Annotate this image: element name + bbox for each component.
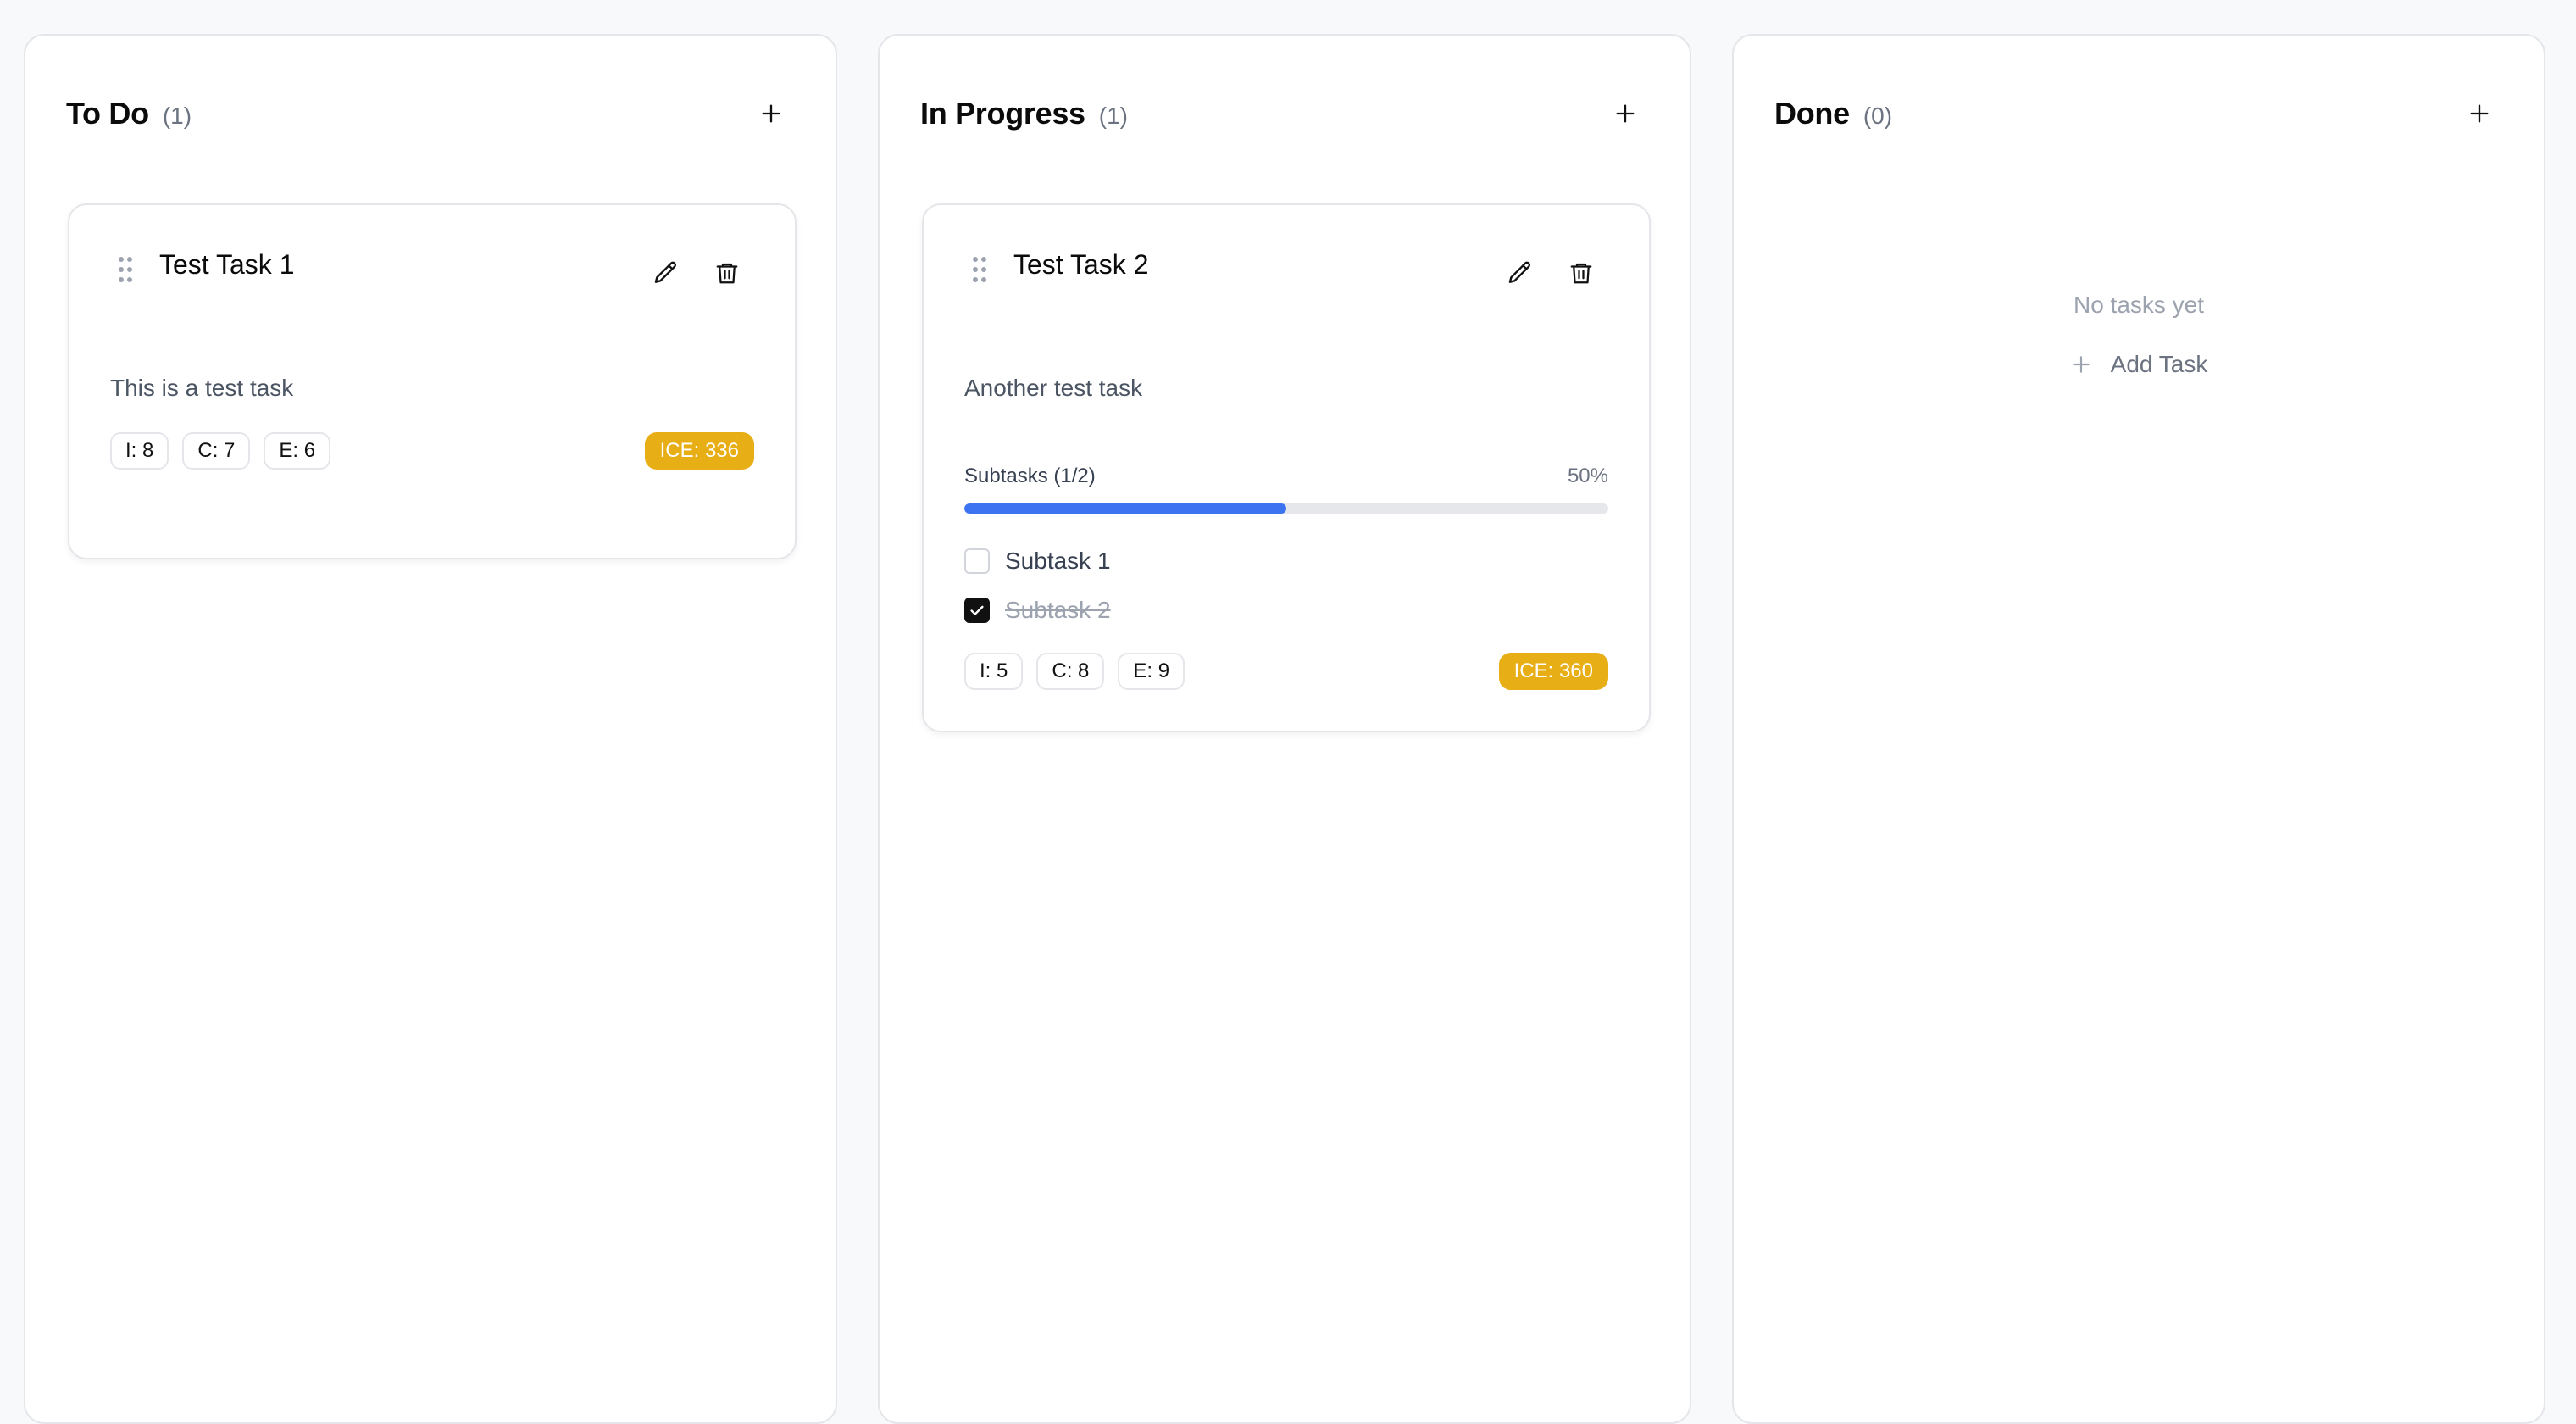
subtasks-label: Subtasks (1/2) xyxy=(964,464,1096,487)
column-count: (1) xyxy=(162,103,192,129)
subtask-item: Subtask 2 xyxy=(964,595,1111,626)
subtask-checkbox[interactable] xyxy=(964,598,990,623)
impact-chip: I: 8 xyxy=(110,432,169,470)
task-description: This is a test task xyxy=(110,375,294,401)
subtask-label: Subtask 1 xyxy=(1005,548,1111,574)
subtasks-header: Subtasks (1/2) 50% xyxy=(964,463,1608,490)
subtask-progress-fill xyxy=(964,503,1286,514)
add-task-button[interactable] xyxy=(752,95,790,132)
ease-chip: E: 6 xyxy=(264,432,331,470)
column-title: To Do xyxy=(66,96,149,131)
task-description: Another test task xyxy=(964,375,1143,401)
ice-score-badge: ICE: 360 xyxy=(1498,653,1608,690)
ease-chip: E: 9 xyxy=(1118,653,1185,690)
add-task-label: Add Task xyxy=(2110,351,2208,377)
task-card[interactable]: Test Task 2 Another test task Subtasks (… xyxy=(922,203,1651,732)
delete-task-button[interactable] xyxy=(708,254,746,292)
empty-state-text: No tasks yet xyxy=(2073,292,2205,318)
impact-chip: I: 5 xyxy=(964,653,1024,690)
task-title: Test Task 1 xyxy=(159,249,295,280)
edit-task-button[interactable] xyxy=(1502,254,1539,292)
column-header: To Do (1) xyxy=(66,88,795,139)
column-header: Done (0) xyxy=(1774,88,2503,139)
add-task-link[interactable]: Add Task xyxy=(1734,344,2544,385)
trash-icon xyxy=(716,263,738,284)
subtask-progress-bar xyxy=(964,503,1608,514)
column-title: In Progress xyxy=(920,96,1085,131)
column-count: (0) xyxy=(1863,103,1893,129)
column-todo: To Do (1) Test Task 1 This is a test tas… xyxy=(24,34,837,1424)
plus-icon xyxy=(762,104,780,123)
trash-icon xyxy=(1570,263,1592,284)
pencil-icon xyxy=(1508,261,1531,283)
edit-task-button[interactable] xyxy=(647,254,685,292)
confidence-chip: C: 7 xyxy=(182,432,251,470)
column-count: (1) xyxy=(1098,103,1129,129)
column-header: In Progress (1) xyxy=(920,88,1649,139)
add-task-button[interactable] xyxy=(2461,95,2498,132)
drag-handle-icon[interactable] xyxy=(117,256,134,283)
task-card[interactable]: Test Task 1 This is a test task I: 8 C: … xyxy=(68,203,797,559)
column-in-progress: In Progress (1) Test Task 2 Another test… xyxy=(878,34,1691,1424)
subtasks-percent: 50% xyxy=(1567,464,1608,487)
subtask-checkbox[interactable] xyxy=(964,548,990,574)
confidence-chip: C: 8 xyxy=(1036,653,1105,690)
column-done: Done (0) No tasks yet Add Task xyxy=(1732,34,2545,1424)
kanban-board: To Do (1) Test Task 1 This is a test tas… xyxy=(0,0,2576,1424)
subtask-item: Subtask 1 xyxy=(964,546,1111,576)
add-task-button[interactable] xyxy=(1607,95,1644,132)
plus-icon xyxy=(2470,104,2489,123)
ice-score-badge: ICE: 336 xyxy=(644,432,754,470)
delete-task-button[interactable] xyxy=(1563,254,1600,292)
column-title: Done xyxy=(1774,96,1850,131)
pencil-icon xyxy=(654,261,677,283)
drag-handle-icon[interactable] xyxy=(971,256,988,283)
score-chips: I: 5 C: 8 E: 9 xyxy=(964,653,1185,690)
subtask-label: Subtask 2 xyxy=(1005,597,1111,623)
score-chips: I: 8 C: 7 E: 6 xyxy=(110,432,331,470)
plus-icon xyxy=(1616,104,1635,123)
check-icon xyxy=(970,605,984,615)
task-title: Test Task 2 xyxy=(1013,249,1149,280)
plus-icon xyxy=(2072,356,2090,373)
